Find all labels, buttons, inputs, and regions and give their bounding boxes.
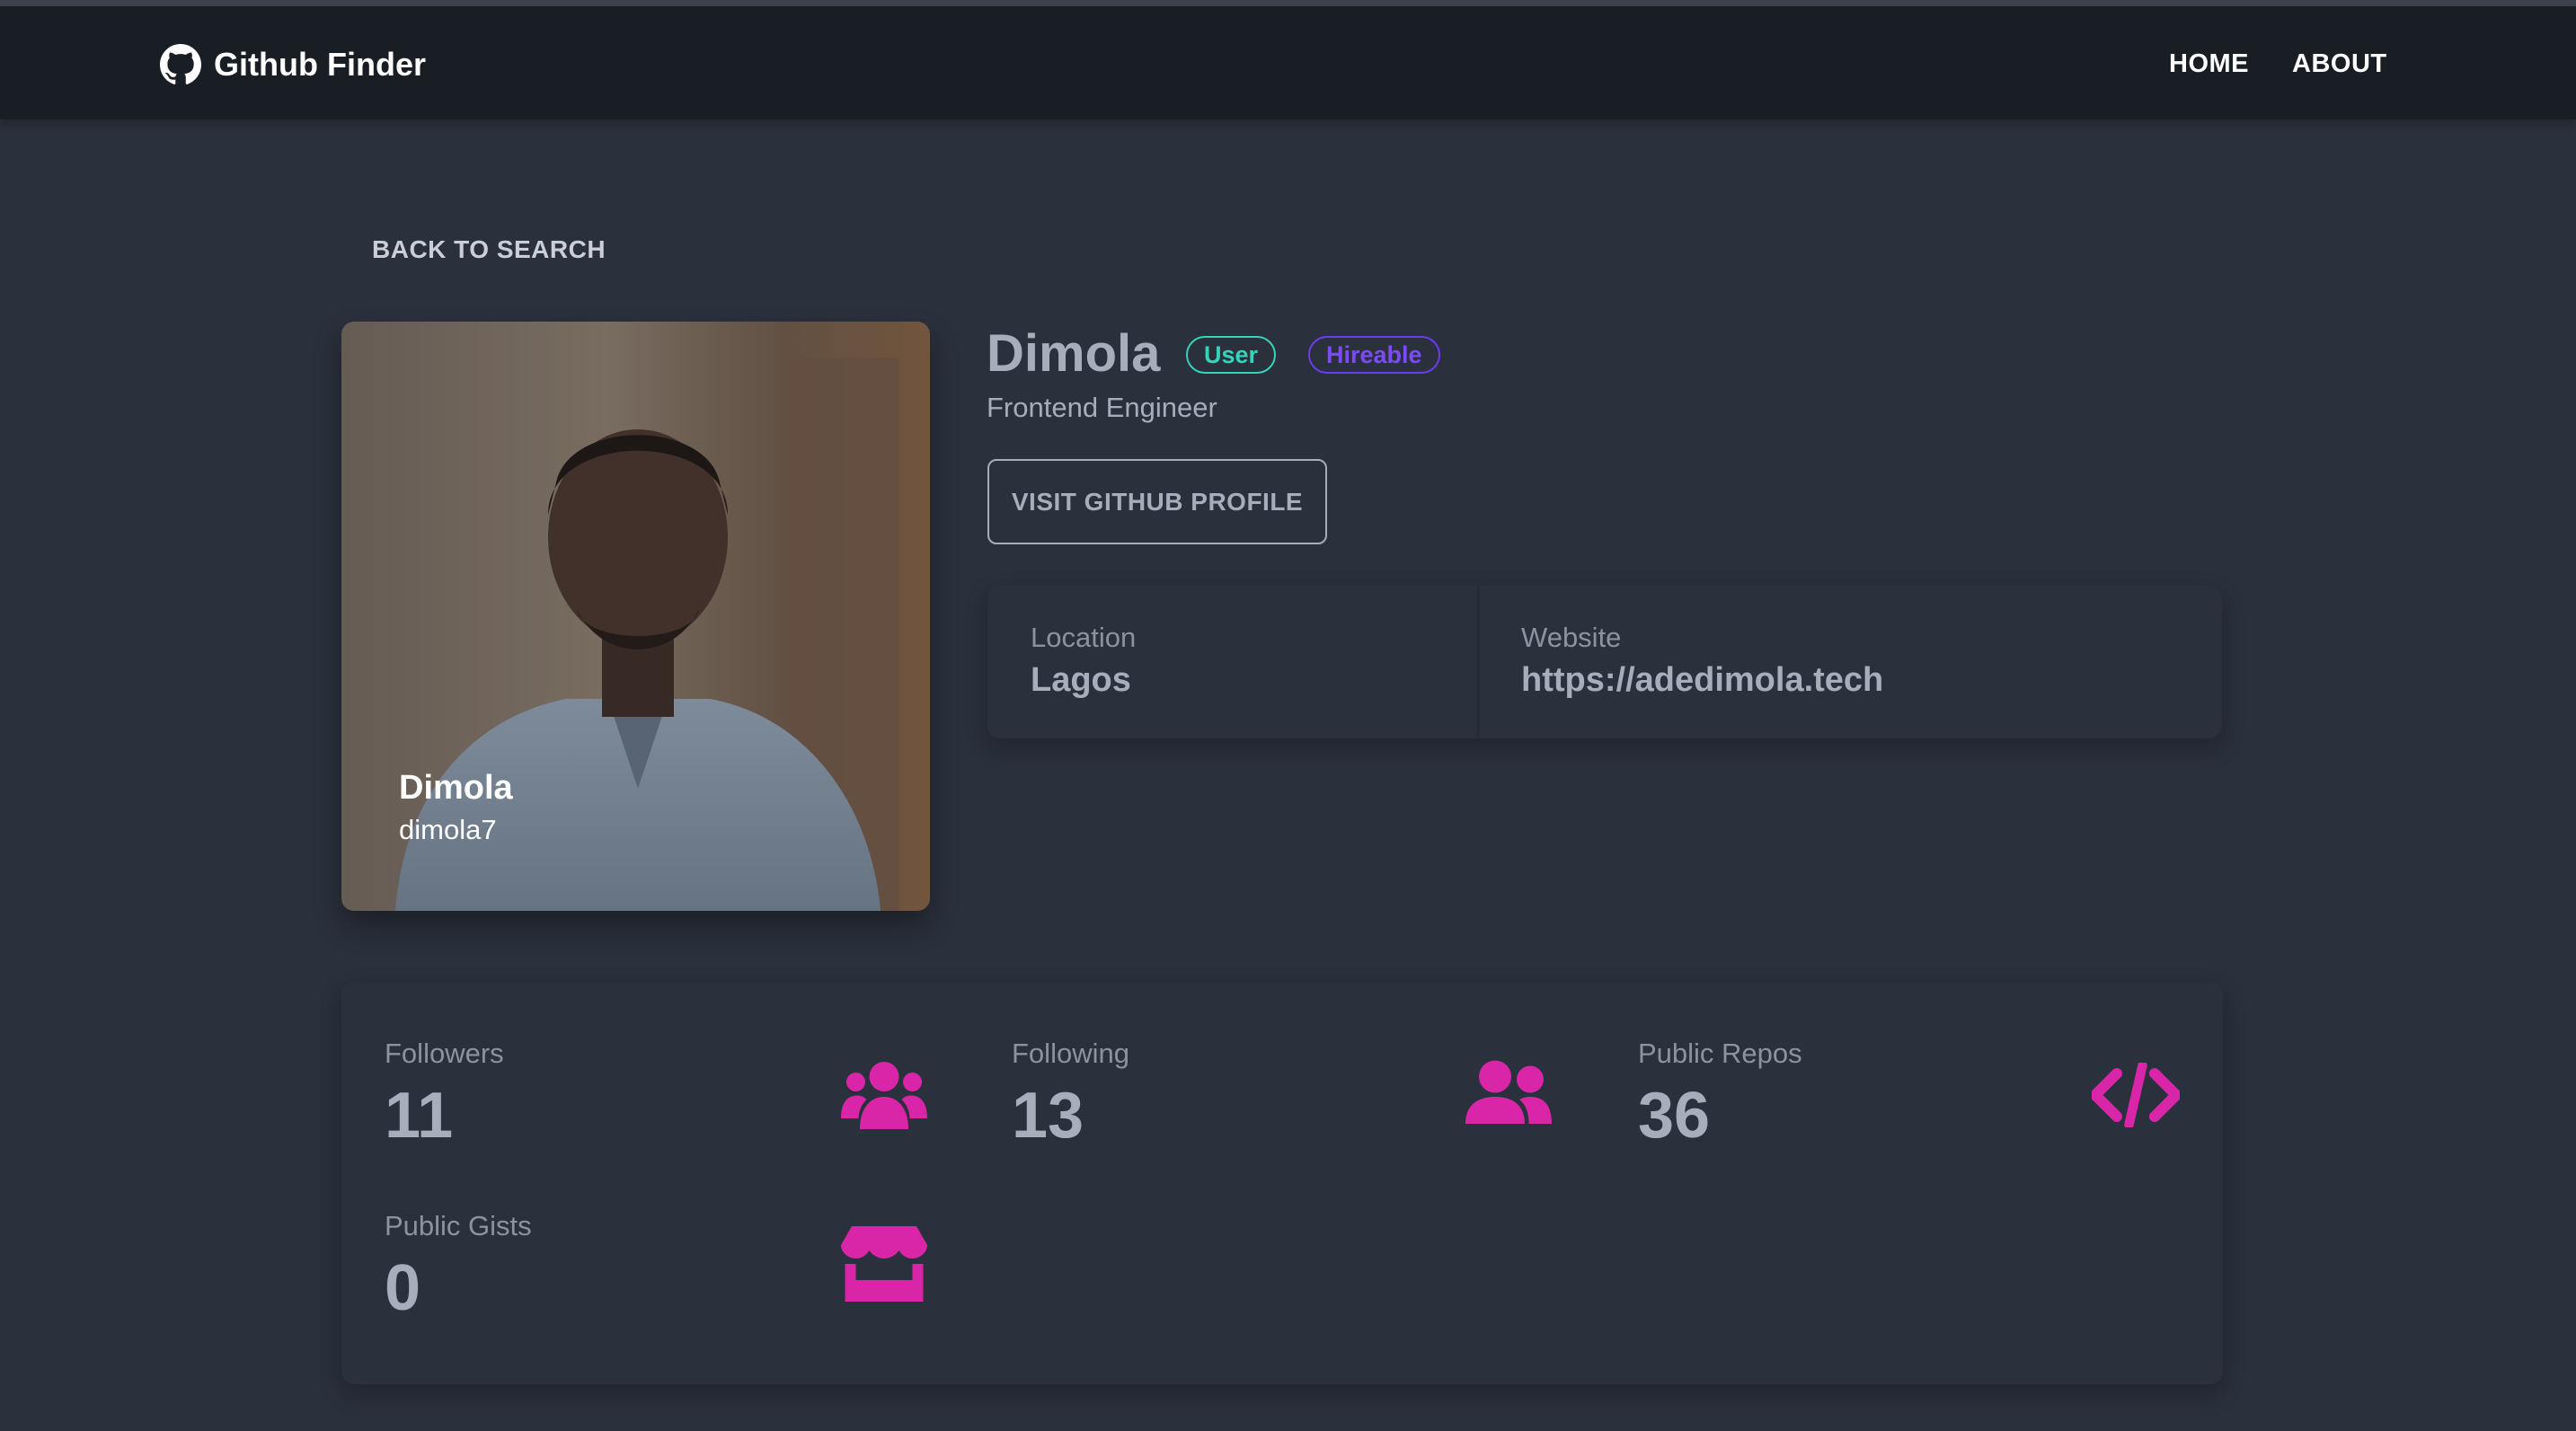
info-divider [1477,586,1479,738]
user-friends-icon [1465,1060,1552,1124]
avatar-name: Dimola [399,769,513,807]
public-gists-title: Public Gists [385,1210,532,1241]
navbar: Github Finder HOME ABOUT [0,6,2576,119]
visit-github-profile-button[interactable]: VISIT GITHUB PROFILE [987,459,1327,544]
code-icon [2092,1063,2180,1127]
nav-home-link[interactable]: HOME [2169,49,2249,79]
top-border [0,0,2576,6]
brand[interactable]: Github Finder [160,42,426,87]
following-title: Following [1012,1038,1129,1069]
avatar-login: dimola7 [399,814,497,845]
profile-name: Dimola [987,324,1161,383]
location-value: Lagos [1031,661,1131,699]
stats-panel: Followers 11 Following 13 Public Repos 3… [341,982,2223,1384]
hireable-badge: Hireable [1308,336,1440,374]
github-icon [160,44,201,84]
website-link[interactable]: https://adedimola.tech [1521,661,1883,700]
users-icon [841,1062,927,1129]
public-gists-count: 0 [385,1252,421,1324]
profile-bio: Frontend Engineer [987,392,1217,423]
public-repos-count: 36 [1638,1080,1711,1152]
nav-about-link[interactable]: ABOUT [2292,49,2387,79]
store-icon [841,1226,927,1302]
following-count: 13 [1012,1080,1084,1152]
user-type-badge: User [1186,336,1277,374]
back-to-search-button[interactable]: BACK TO SEARCH [372,235,606,264]
app-title: Github Finder [214,46,426,83]
avatar-card: Dimola dimola7 [341,322,930,911]
followers-count: 11 [385,1080,454,1152]
public-repos-title: Public Repos [1638,1038,1802,1069]
profile-info-panel: Location Lagos Website https://adedimola… [987,586,2222,738]
followers-title: Followers [385,1038,504,1069]
location-title: Location [1031,622,1137,653]
website-title: Website [1521,622,1622,653]
